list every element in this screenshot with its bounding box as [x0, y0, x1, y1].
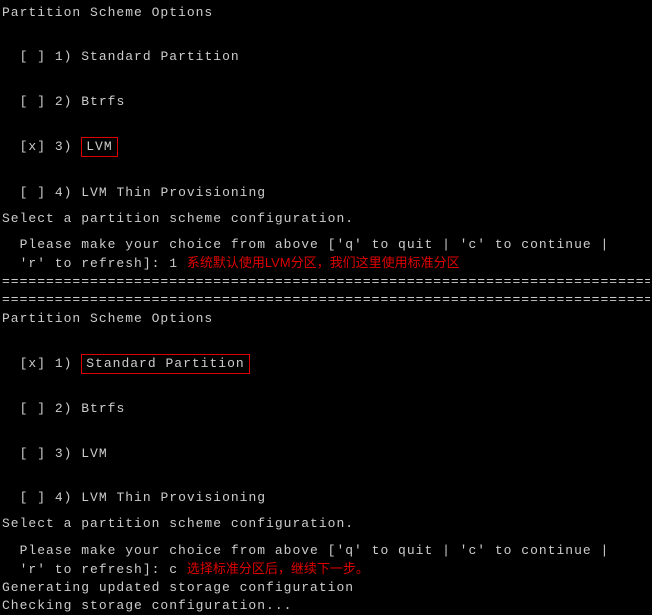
option-num: 2) [55, 401, 73, 416]
option-row[interactable]: [ ] 1) Standard Partition [2, 30, 650, 66]
selected-highlight: LVM [81, 137, 117, 157]
prompt-prefix: 'r' to refresh]: c [2, 562, 187, 577]
option-label: LVM [81, 446, 107, 461]
prompt-intro: Select a partition scheme configuration. [2, 210, 650, 228]
option-mark: [ ] [20, 185, 46, 200]
option-row[interactable]: [ ] 3) LVM [2, 427, 650, 463]
divider: ========================================… [2, 291, 650, 309]
section2-title: Partition Scheme Options [2, 310, 650, 328]
option-label: LVM Thin Provisioning [81, 490, 266, 505]
option-num: 2) [55, 94, 73, 109]
option-row[interactable]: [ ] 4) LVM Thin Provisioning [2, 165, 650, 201]
option-num: 1) [55, 49, 73, 64]
option-num: 4) [55, 490, 73, 505]
option-mark: [ ] [20, 446, 46, 461]
option-label: Standard Partition [81, 49, 239, 64]
prompt-input-line[interactable]: 'r' to refresh]: 1 系统默认使用LVM分区，我们这里使用标准分… [2, 254, 650, 273]
option-mark: [ ] [20, 49, 46, 64]
option-mark: [x] [20, 356, 46, 371]
option-row-selected[interactable]: [x] 1) Standard Partition [2, 336, 650, 374]
prompt-intro: Select a partition scheme configuration. [2, 515, 650, 533]
option-num: 3) [55, 139, 73, 154]
option-mark: [ ] [20, 401, 46, 416]
annotation-text: 选择标准分区后，继续下一步。 [187, 561, 369, 576]
option-mark: [ ] [20, 94, 46, 109]
status-line: Checking storage configuration... [2, 597, 650, 615]
option-label: Btrfs [81, 401, 125, 416]
option-row[interactable]: [ ] 2) Btrfs [2, 75, 650, 111]
option-row-selected[interactable]: [x] 3) LVM [2, 119, 650, 157]
prompt-prefix: 'r' to refresh]: 1 [2, 256, 187, 271]
option-label: Btrfs [81, 94, 125, 109]
divider: ========================================… [2, 273, 650, 291]
option-num: 3) [55, 446, 73, 461]
option-mark: [ ] [20, 490, 46, 505]
option-num: 1) [55, 356, 73, 371]
prompt-input-line[interactable]: 'r' to refresh]: c 选择标准分区后，继续下一步。 [2, 560, 650, 579]
option-num: 4) [55, 185, 73, 200]
option-mark: [x] [20, 139, 46, 154]
selected-highlight: Standard Partition [81, 354, 249, 374]
option-row[interactable]: [ ] 2) Btrfs [2, 382, 650, 418]
option-row[interactable]: [ ] 4) LVM Thin Provisioning [2, 471, 650, 507]
option-label: LVM Thin Provisioning [81, 185, 266, 200]
annotation-text: 系统默认使用LVM分区，我们这里使用标准分区 [187, 255, 460, 270]
section1-title: Partition Scheme Options [2, 4, 650, 22]
prompt-line1: Please make your choice from above ['q' … [2, 236, 650, 254]
prompt-line1: Please make your choice from above ['q' … [2, 542, 650, 560]
status-line: Generating updated storage configuration [2, 579, 650, 597]
